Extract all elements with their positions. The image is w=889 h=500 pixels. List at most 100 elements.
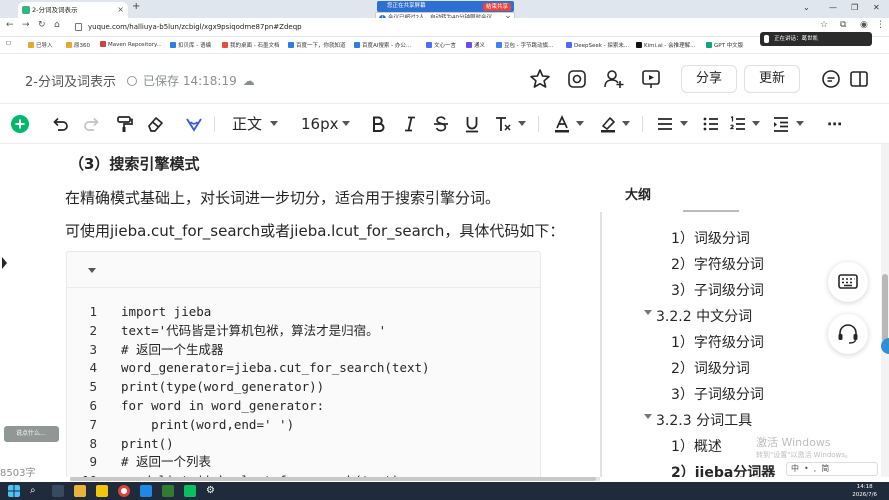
bookmark-item[interactable]: Maven Repository... xyxy=(100,41,162,48)
window-close-icon[interactable]: ✕ xyxy=(873,3,880,12)
chevron-down-icon[interactable] xyxy=(622,121,630,126)
document-body[interactable]: （3）搜索引擎模式 在精确模式基础上，对长词进一步切分，适合用于搜索引擎分词。 … xyxy=(0,144,600,477)
outline-section[interactable]: 3.2.3 分词工具 xyxy=(656,410,752,430)
code-block[interactable]: 1 import jieba 2 text='代码皆是计算机包袱，算法才是归宿。' 3 #… xyxy=(66,251,541,477)
publish-icon[interactable] xyxy=(640,68,662,90)
app-icon[interactable] xyxy=(96,485,108,497)
system-clock[interactable]: 14:18 2026/7/6 xyxy=(852,483,877,499)
settings-gear-icon[interactable]: ⚙ xyxy=(206,485,218,497)
outline-item[interactable]: 1）词级分词 xyxy=(671,228,750,248)
outline-item[interactable]: 1）字符级分词 xyxy=(671,332,764,352)
profile-icon[interactable]: ◉ xyxy=(860,20,868,30)
outline-item[interactable]: 3）子词级分词 xyxy=(671,280,764,300)
format-painter-icon[interactable] xyxy=(114,114,134,134)
more-text-format-icon[interactable] xyxy=(493,114,513,134)
app-icon[interactable] xyxy=(162,485,174,497)
update-button[interactable]: 更新 xyxy=(744,65,800,93)
maximize-icon[interactable]: ❐ xyxy=(851,3,858,12)
bookmarks-icon[interactable]: ☐ xyxy=(6,41,11,47)
font-size-select[interactable]: 16px xyxy=(301,114,339,134)
bookmark-item[interactable]: Kimi.ai - 会推理解... xyxy=(636,41,695,49)
forward-icon[interactable]: → xyxy=(22,20,30,30)
chevron-down-icon[interactable] xyxy=(796,121,804,126)
tab-search-icon[interactable]: ⌄ xyxy=(803,3,810,12)
font-color-icon[interactable] xyxy=(552,114,572,134)
outline-item[interactable]: 1）概述 xyxy=(671,436,722,456)
app-icon[interactable] xyxy=(140,485,152,497)
browser-tab[interactable]: 2-分词及词表示 × xyxy=(18,2,128,18)
home-icon[interactable]: ⌂ xyxy=(54,20,60,30)
file-explorer-icon[interactable] xyxy=(74,485,86,497)
star-bookmark-icon[interactable]: ☆ xyxy=(820,20,828,30)
windows-start-icon[interactable] xyxy=(8,485,20,497)
scroll-thumb[interactable] xyxy=(882,274,888,342)
reload-icon[interactable]: ↻ xyxy=(38,20,46,30)
collapse-chevron-icon[interactable] xyxy=(644,414,652,419)
vertical-scrollbar[interactable] xyxy=(881,144,889,477)
paragraph-style-select[interactable]: 正文 xyxy=(232,114,262,134)
ai-assistant-icon[interactable] xyxy=(184,114,204,134)
expand-left-panel-icon[interactable] xyxy=(0,252,9,274)
ime-toolbar[interactable]: 中•,简 xyxy=(786,462,878,476)
chevron-down-icon[interactable] xyxy=(270,121,278,126)
align-icon[interactable] xyxy=(655,114,675,134)
bookmark-item[interactable]: 通义 xyxy=(466,41,485,49)
bookmark-item[interactable]: 百度一下，你就知道 xyxy=(288,41,346,49)
bold-icon[interactable] xyxy=(368,114,388,134)
outline-item[interactable]: 2）词级分词 xyxy=(671,358,750,378)
bookmark-item[interactable]: 文心一言 xyxy=(426,41,456,49)
comment-input-hint[interactable]: 说点什么... xyxy=(4,426,59,442)
task-view-icon[interactable] xyxy=(52,485,64,497)
bulleted-list-icon[interactable] xyxy=(701,114,721,134)
language-select-chevron-icon[interactable] xyxy=(88,268,96,273)
share-button[interactable]: 分享 xyxy=(681,65,737,93)
chevron-down-icon[interactable] xyxy=(680,121,688,126)
numbered-list-icon[interactable] xyxy=(728,114,748,134)
chevron-down-icon[interactable] xyxy=(518,121,526,126)
insert-block-icon[interactable] xyxy=(10,114,30,134)
strikethrough-icon[interactable] xyxy=(431,114,451,134)
clear-format-icon[interactable] xyxy=(145,114,165,134)
bookmark-item[interactable]: 原360 xyxy=(66,41,90,49)
horizontal-scrollbar[interactable] xyxy=(70,477,600,481)
chevron-down-icon[interactable] xyxy=(342,121,350,126)
bookmark-item[interactable]: 扣贝库 - 语编 xyxy=(170,41,211,49)
close-tab-icon[interactable]: × xyxy=(117,2,124,18)
add-collaborator-icon[interactable] xyxy=(603,68,625,90)
wechat-icon[interactable] xyxy=(184,485,196,497)
present-icon[interactable] xyxy=(566,68,588,90)
menu-icon[interactable]: ⋮ xyxy=(876,20,885,30)
bookmark-item[interactable]: DeepSeek - 探索未... xyxy=(566,41,629,49)
underline-icon[interactable] xyxy=(462,114,482,134)
url-field[interactable]: yuque.com/halliuya-b5lun/zcbigl/xgx9psiq… xyxy=(72,20,772,34)
help-support-button[interactable] xyxy=(828,314,868,354)
collapse-chevron-icon[interactable] xyxy=(644,310,652,315)
document-title[interactable]: 2-分词及词表示 xyxy=(25,71,116,90)
undo-icon[interactable] xyxy=(50,114,70,134)
redo-icon[interactable] xyxy=(82,114,102,134)
chrome-icon[interactable] xyxy=(118,485,130,497)
bookmark-item[interactable]: GPT 中文版 xyxy=(706,41,743,49)
indent-icon[interactable] xyxy=(771,114,791,134)
outline-item[interactable]: 2）字符级分词 xyxy=(671,254,764,274)
outline-section[interactable]: 3.2.2 中文分词 xyxy=(656,306,752,326)
comments-icon[interactable] xyxy=(820,68,842,90)
bookmark-item[interactable]: 已导入 xyxy=(28,41,53,49)
search-icon[interactable]: ⌕ xyxy=(30,485,42,497)
new-tab-icon[interactable]: + xyxy=(132,1,140,12)
star-icon[interactable] xyxy=(529,68,551,90)
highlight-color-icon[interactable] xyxy=(598,114,618,134)
extensions-icon[interactable]: ⧉ xyxy=(840,20,846,30)
back-icon[interactable]: ← xyxy=(6,20,14,30)
scroll-thumb[interactable] xyxy=(70,477,596,481)
sidebar-toggle-icon[interactable] xyxy=(848,68,870,90)
stop-share-button[interactable]: 结束共享 xyxy=(482,2,511,11)
outline-item[interactable]: 3）子词级分词 xyxy=(671,384,764,404)
chevron-down-icon[interactable] xyxy=(752,121,760,126)
minimize-icon[interactable]: — xyxy=(829,3,837,12)
italic-icon[interactable] xyxy=(400,114,420,134)
bookmark-item[interactable]: 我的桌面 - 石墨文档 xyxy=(222,41,279,49)
bookmark-item[interactable]: 百度AI搜索 - 办公... xyxy=(354,41,411,49)
more-options-icon[interactable]: ⋯ xyxy=(827,114,843,134)
chevron-down-icon[interactable] xyxy=(576,121,584,126)
